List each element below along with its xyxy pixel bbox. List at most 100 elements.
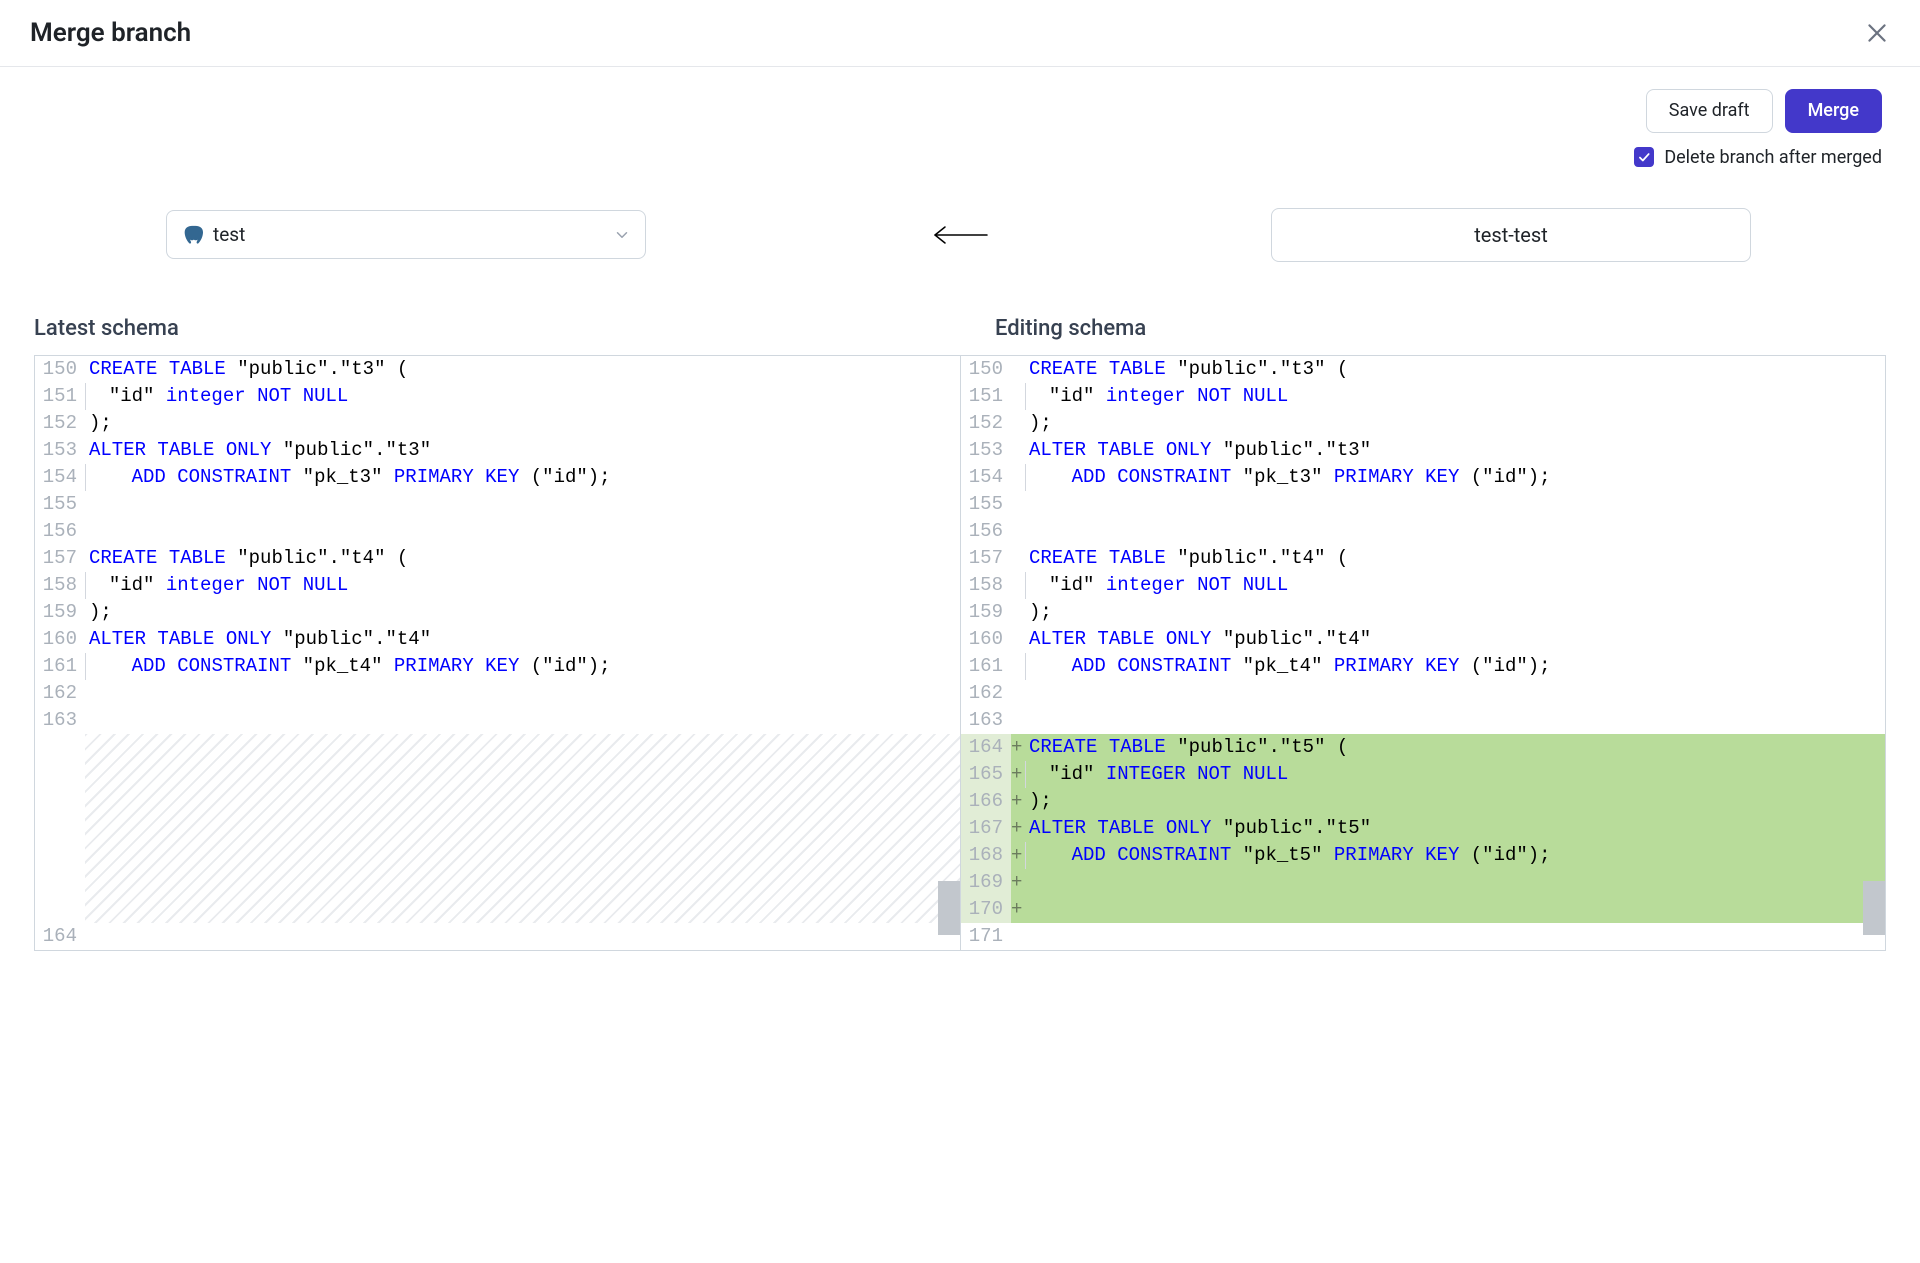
code-line: 156 <box>35 518 960 545</box>
code-content <box>1025 518 1885 545</box>
line-number: 159 <box>961 599 1011 626</box>
code-content: CREATE TABLE "public"."t3" ( <box>85 356 960 383</box>
line-number: 158 <box>35 572 85 599</box>
line-number: 157 <box>35 545 85 572</box>
code-content: ALTER TABLE ONLY "public"."t4" <box>85 626 960 653</box>
line-number: 161 <box>961 653 1011 680</box>
code-line: 155 <box>35 491 960 518</box>
line-number: 155 <box>961 491 1011 518</box>
code-content: ALTER TABLE ONLY "public"."t3" <box>1025 437 1885 464</box>
code-line: 163 <box>961 707 1885 734</box>
code-content <box>1025 707 1885 734</box>
line-number: 153 <box>961 437 1011 464</box>
line-number: 160 <box>961 626 1011 653</box>
delete-branch-checkbox[interactable] <box>1634 147 1654 167</box>
line-number: 165 <box>961 761 1011 788</box>
line-number: 159 <box>35 599 85 626</box>
line-number: 158 <box>961 572 1011 599</box>
diff-pane-left[interactable]: 150CREATE TABLE "public"."t3" (151 "id" … <box>35 356 960 950</box>
target-branch-label: test <box>213 223 245 246</box>
code-line: 165+ "id" INTEGER NOT NULL <box>961 761 1885 788</box>
code-content <box>1025 869 1885 896</box>
code-content: CREATE TABLE "public"."t5" ( <box>1025 734 1885 761</box>
right-pane-title: Editing schema <box>977 316 1920 341</box>
code-content: "id" integer NOT NULL <box>85 572 960 599</box>
line-number: 160 <box>35 626 85 653</box>
merge-button[interactable]: Merge <box>1785 89 1882 133</box>
code-line: 155 <box>961 491 1885 518</box>
code-line: 161 ADD CONSTRAINT "pk_t4" PRIMARY KEY (… <box>35 653 960 680</box>
line-number: 162 <box>35 680 85 707</box>
diff-titles: Latest schema Editing schema <box>0 292 1920 355</box>
dialog-title: Merge branch <box>30 18 191 48</box>
diff-marker <box>1011 491 1025 518</box>
line-number: 150 <box>35 356 85 383</box>
code-content: ALTER TABLE ONLY "public"."t4" <box>1025 626 1885 653</box>
line-number: 150 <box>961 356 1011 383</box>
line-number: 169 <box>961 869 1011 896</box>
code-line: 150CREATE TABLE "public"."t3" ( <box>35 356 960 383</box>
code-content: ADD CONSTRAINT "pk_t3" PRIMARY KEY ("id"… <box>1025 464 1885 491</box>
code-content: CREATE TABLE "public"."t3" ( <box>1025 356 1885 383</box>
close-icon[interactable] <box>1864 20 1890 46</box>
code-line: 158 "id" integer NOT NULL <box>961 572 1885 599</box>
line-number: 156 <box>961 518 1011 545</box>
code-line: 153ALTER TABLE ONLY "public"."t3" <box>35 437 960 464</box>
diff-marker <box>1011 923 1025 950</box>
diff-pane-right[interactable]: 150 CREATE TABLE "public"."t3" (151 "id"… <box>960 356 1885 950</box>
diff-marker <box>1011 464 1025 491</box>
diff-marker: + <box>1011 734 1025 761</box>
line-number: 151 <box>961 383 1011 410</box>
delete-branch-label: Delete branch after merged <box>1664 147 1882 168</box>
code-line: 154 ADD CONSTRAINT "pk_t3" PRIMARY KEY (… <box>961 464 1885 491</box>
code-line: 159 ); <box>961 599 1885 626</box>
line-number: 171 <box>961 923 1011 950</box>
line-number: 152 <box>35 410 85 437</box>
diff-marker <box>1011 545 1025 572</box>
code-line: 154 ADD CONSTRAINT "pk_t3" PRIMARY KEY (… <box>35 464 960 491</box>
code-line: 160ALTER TABLE ONLY "public"."t4" <box>35 626 960 653</box>
code-content: CREATE TABLE "public"."t4" ( <box>85 545 960 572</box>
diff-marker: + <box>1011 815 1025 842</box>
code-line: 169+ <box>961 869 1885 896</box>
line-number: 167 <box>961 815 1011 842</box>
diff-marker: + <box>1011 761 1025 788</box>
code-line: 164 <box>35 923 960 950</box>
code-line: 151 "id" integer NOT NULL <box>961 383 1885 410</box>
save-draft-button[interactable]: Save draft <box>1646 89 1773 133</box>
top-actions: Save draft Merge Delete branch after mer… <box>0 67 1920 168</box>
line-number: 163 <box>961 707 1011 734</box>
diff-marker <box>1011 572 1025 599</box>
code-content: ADD CONSTRAINT "pk_t4" PRIMARY KEY ("id"… <box>85 653 960 680</box>
code-content: ADD CONSTRAINT "pk_t3" PRIMARY KEY ("id"… <box>85 464 960 491</box>
code-line: 161 ADD CONSTRAINT "pk_t4" PRIMARY KEY (… <box>961 653 1885 680</box>
arrow-left-icon <box>780 224 1140 246</box>
diff-marker <box>1011 707 1025 734</box>
code-line: 157 CREATE TABLE "public"."t4" ( <box>961 545 1885 572</box>
code-content <box>1025 923 1885 950</box>
code-content <box>85 491 960 518</box>
diff-marker <box>1011 437 1025 464</box>
code-line: 160 ALTER TABLE ONLY "public"."t4" <box>961 626 1885 653</box>
code-content: ADD CONSTRAINT "pk_t4" PRIMARY KEY ("id"… <box>1025 653 1885 680</box>
chevron-down-icon <box>613 226 631 244</box>
line-number: 153 <box>35 437 85 464</box>
code-line: 151 "id" integer NOT NULL <box>35 383 960 410</box>
target-branch-select[interactable]: test <box>166 210 646 259</box>
code-line: 156 <box>961 518 1885 545</box>
code-line: 152); <box>35 410 960 437</box>
code-line: 153 ALTER TABLE ONLY "public"."t3" <box>961 437 1885 464</box>
diff-marker <box>1011 518 1025 545</box>
code-line: 167+ALTER TABLE ONLY "public"."t5" <box>961 815 1885 842</box>
code-line: 158 "id" integer NOT NULL <box>35 572 960 599</box>
line-number: 164 <box>961 734 1011 761</box>
left-pane-title: Latest schema <box>34 316 977 341</box>
code-content <box>85 707 960 734</box>
code-line: 168+ ADD CONSTRAINT "pk_t5" PRIMARY KEY … <box>961 842 1885 869</box>
code-line: 162 <box>35 680 960 707</box>
code-content: ); <box>1025 788 1885 815</box>
postgres-icon <box>181 224 203 246</box>
code-line: 159); <box>35 599 960 626</box>
code-line: 170+ <box>961 896 1885 923</box>
code-content <box>1025 896 1885 923</box>
